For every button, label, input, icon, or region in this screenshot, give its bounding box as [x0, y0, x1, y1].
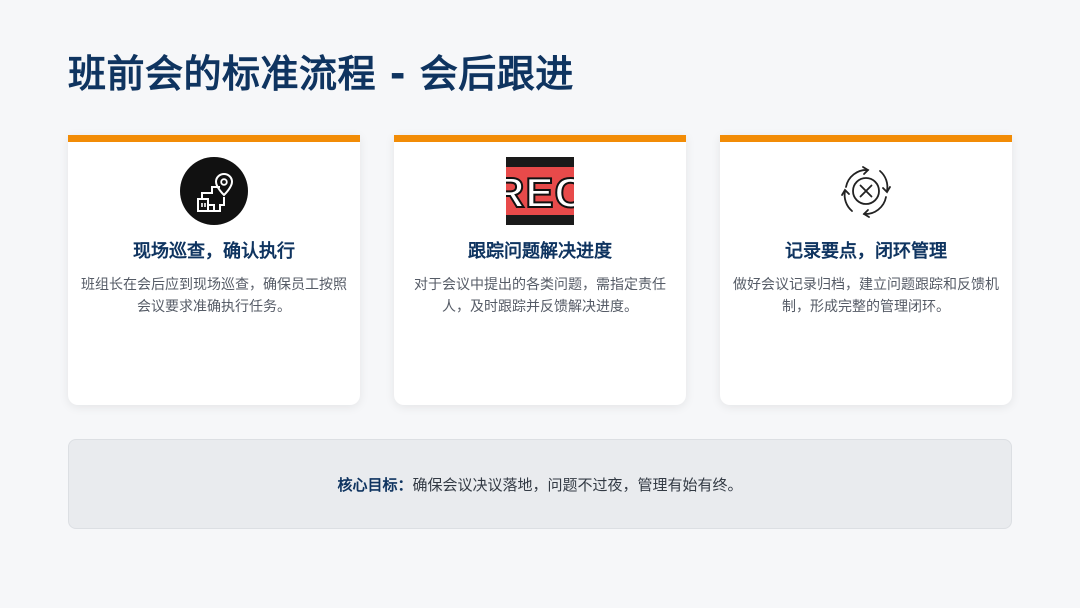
card-title: 跟踪问题解决进度 — [468, 241, 612, 262]
card-title: 现场巡查，确认执行 — [133, 241, 295, 262]
card-site-inspection: 现场巡查，确认执行 班组长在会后应到现场巡查，确保员工按照会议要求准确执行任务。 — [68, 135, 360, 405]
card-description: 做好会议记录归档，建立问题跟踪和反馈机制，形成完整的管理闭环。 — [733, 277, 999, 315]
card-title: 记录要点，闭环管理 — [785, 241, 947, 262]
page-title: 班前会的标准流程 - 会后跟进 — [68, 52, 574, 96]
cycle-close-icon — [841, 166, 891, 218]
core-goal-box: 核心目标： 确保会议决议落地，问题不过夜，管理有始有终。 — [68, 439, 1012, 529]
core-goal-text: 确保会议决议落地，问题不过夜，管理有始有终。 — [412, 475, 743, 494]
card-accent-bar — [394, 135, 686, 142]
card-accent-bar — [68, 135, 360, 142]
card-description: 对于会议中提出的各类问题，需指定责任人，及时跟踪并反馈解决进度。 — [414, 277, 666, 315]
core-goal-label: 核心目标： — [337, 475, 413, 494]
card-accent-bar — [720, 135, 1012, 142]
slide: 班前会的标准流程 - 会后跟进 现场巡查，确认执行 班组长在会后应到现场巡查，确… — [0, 0, 1080, 608]
card-description: 班组长在会后应到现场巡查，确保员工按照会议要求准确执行任务。 — [81, 277, 347, 315]
site-inspection-location-icon — [180, 157, 248, 225]
card-closed-loop: 记录要点，闭环管理 做好会议记录归档，建立问题跟踪和反馈机制，形成完整的管理闭环… — [720, 135, 1012, 405]
rec-icon-text: REC — [506, 169, 574, 216]
card-issue-tracking: REC 跟踪问题解决进度 对于会议中提出的各类问题，需指定责任人，及时跟踪并反馈… — [394, 135, 686, 405]
rec-record-icon: REC — [506, 157, 574, 225]
